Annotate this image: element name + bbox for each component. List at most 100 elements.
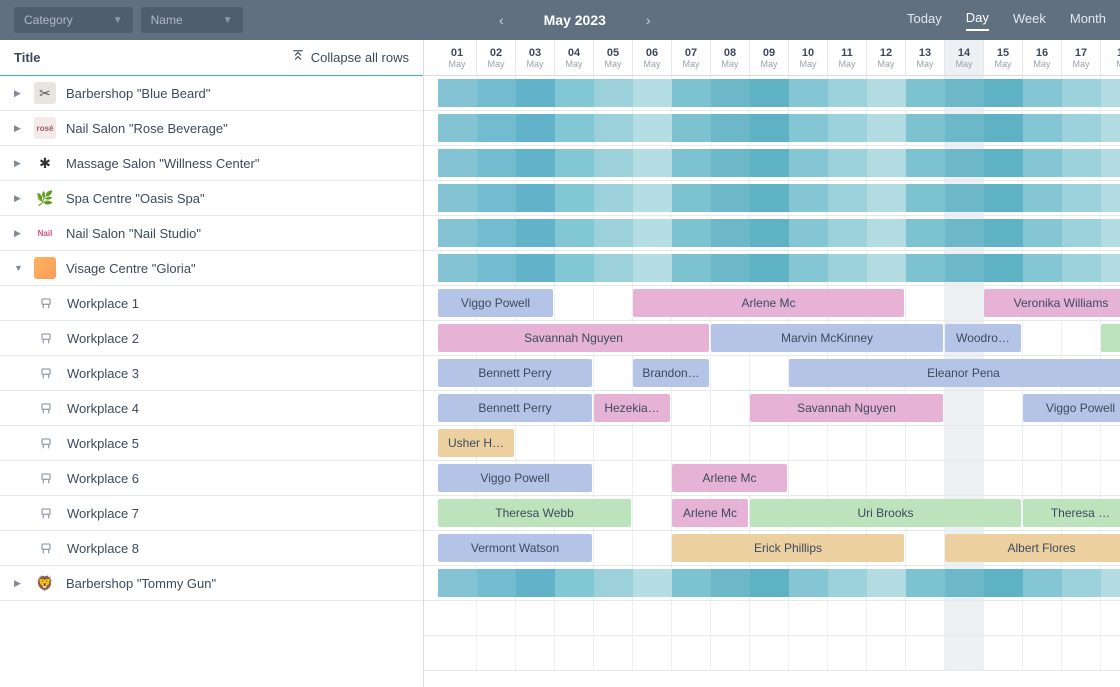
massage-icon: ✱ — [34, 152, 56, 174]
chevron-right-icon[interactable]: ▶ — [14, 88, 24, 99]
day-column[interactable]: 03May — [516, 40, 555, 75]
tree-row[interactable]: ▶🦁Barbershop "Tommy Gun" — [0, 566, 423, 601]
tree-row[interactable]: ▶ 🌿 Spa Centre "Oasis Spa" — [0, 181, 423, 216]
day-column[interactable]: 05May — [594, 40, 633, 75]
work-icon — [35, 292, 57, 314]
tree-label: Nail Salon "Rose Beverage" — [66, 121, 228, 136]
category-filter[interactable]: Category ▼ — [14, 7, 133, 33]
tree-row[interactable]: ▶roséNail Salon "Rose Beverage" — [0, 111, 423, 146]
today-button[interactable]: Today — [907, 11, 942, 30]
tree-label: Nail Salon "Nail Studio" — [66, 226, 201, 241]
day-column[interactable]: 14May — [945, 40, 984, 75]
day-column[interactable]: 06May — [633, 40, 672, 75]
timeline-row — [424, 251, 1120, 286]
event[interactable]: Savannah Nguyen — [750, 394, 943, 422]
event[interactable]: Viggo Powell — [438, 289, 553, 317]
event[interactable]: Theresa Webb — [438, 499, 631, 527]
timeline-row — [424, 181, 1120, 216]
tree-label: Workplace 3 — [67, 366, 139, 381]
tree-label: Barbershop "Blue Beard" — [66, 86, 210, 101]
day-column[interactable]: 17May — [1062, 40, 1101, 75]
event[interactable]: Viggo Powell — [438, 464, 592, 492]
tree-label: Workplace 2 — [67, 331, 139, 346]
day-column[interactable]: 15May — [984, 40, 1023, 75]
chevron-down-icon: ▼ — [223, 15, 233, 26]
day-column[interactable]: 10May — [789, 40, 828, 75]
view-day[interactable]: Day — [966, 10, 989, 31]
collapse-icon — [291, 49, 305, 66]
timeline-row — [424, 566, 1120, 601]
event[interactable]: Woodro… — [945, 324, 1021, 352]
chevron-down-icon: ▼ — [113, 15, 123, 26]
nail-icon: Nail — [34, 222, 56, 244]
tree-row[interactable]: Workplace 8 — [0, 531, 423, 566]
chevron-right-icon[interactable]: ▶ — [14, 193, 24, 204]
day-column[interactable]: 01May — [438, 40, 477, 75]
event[interactable]: Veronika Williams — [984, 289, 1120, 317]
day-column[interactable]: 08May — [711, 40, 750, 75]
view-week[interactable]: Week — [1013, 11, 1046, 30]
tree-row[interactable]: Workplace 4 — [0, 391, 423, 426]
day-column[interactable]: 11May — [828, 40, 867, 75]
event[interactable]: Bennett Perry — [438, 359, 592, 387]
timeline-row — [424, 636, 1120, 671]
event[interactable]: Arlene Mc — [672, 464, 787, 492]
event[interactable]: Viggo Powell — [1023, 394, 1120, 422]
event[interactable]: Uri Brooks — [750, 499, 1021, 527]
collapse-all-button[interactable]: Collapse all rows — [291, 49, 409, 66]
work-icon — [35, 362, 57, 384]
timeline-row: Viggo Powell Arlene Mc Veronika Williams — [424, 286, 1120, 321]
chevron-right-icon[interactable]: ▶ — [14, 123, 24, 134]
chevron-right-icon[interactable]: ▶ — [14, 228, 24, 239]
chevron-right-icon[interactable]: ▶ — [14, 158, 24, 169]
tree-label: Spa Centre "Oasis Spa" — [66, 191, 205, 206]
day-column[interactable]: 1M — [1101, 40, 1120, 75]
event[interactable]: Brandon… — [633, 359, 709, 387]
timeline-row: Theresa Webb Arlene McUri BrooksTheresa … — [424, 496, 1120, 531]
day-column[interactable]: 12May — [867, 40, 906, 75]
day-column[interactable]: 07May — [672, 40, 711, 75]
spa-icon: 🌿 — [34, 187, 56, 209]
tree-row[interactable]: ▶✂Barbershop "Blue Beard" — [0, 76, 423, 111]
tree-row[interactable]: ▶✱Massage Salon "Willness Center" — [0, 146, 423, 181]
timeline-row — [424, 216, 1120, 251]
event[interactable]: Usher H… — [438, 429, 514, 457]
event[interactable]: Arlene Mc — [672, 499, 748, 527]
event[interactable] — [1101, 324, 1120, 352]
tree-row[interactable]: ▶ Nail Nail Salon "Nail Studio" — [0, 216, 423, 251]
event[interactable]: Bennett Perry — [438, 394, 592, 422]
tree-row[interactable]: Workplace 5 — [0, 426, 423, 461]
tree-label: Workplace 4 — [67, 401, 139, 416]
chevron-down-icon[interactable]: ▼ — [14, 263, 24, 273]
event[interactable]: Theresa … — [1023, 499, 1120, 527]
event[interactable]: Eleanor Pena — [789, 359, 1120, 387]
event[interactable]: Marvin McKinney — [711, 324, 943, 352]
name-filter[interactable]: Name ▼ — [141, 7, 243, 33]
tree-row[interactable]: Workplace 7 — [0, 496, 423, 531]
filter-label: Category — [24, 13, 73, 27]
event[interactable]: Vermont Watson — [438, 534, 592, 562]
tree-row[interactable]: Workplace 3 — [0, 356, 423, 391]
timeline-row: Viggo Powell Arlene Mc — [424, 461, 1120, 496]
tree-row[interactable]: ▼Visage Centre "Gloria" — [0, 251, 423, 286]
work-icon — [35, 537, 57, 559]
tree-row[interactable]: Workplace 2 — [0, 321, 423, 356]
tree-row[interactable]: Workplace 6 — [0, 461, 423, 496]
work-icon — [35, 327, 57, 349]
day-column[interactable]: 02May — [477, 40, 516, 75]
tree-row[interactable]: Workplace 1 — [0, 286, 423, 321]
event[interactable]: Arlene Mc — [633, 289, 904, 317]
event[interactable]: Albert Flores — [945, 534, 1120, 562]
event[interactable]: Savannah Nguyen — [438, 324, 709, 352]
day-column[interactable]: 13May — [906, 40, 945, 75]
day-column[interactable]: 16May — [1023, 40, 1062, 75]
event[interactable]: Hezekia… — [594, 394, 670, 422]
next-month-button[interactable]: › — [646, 12, 651, 28]
tree-label: Workplace 1 — [67, 296, 139, 311]
view-month[interactable]: Month — [1070, 11, 1106, 30]
day-column[interactable]: 04May — [555, 40, 594, 75]
chevron-right-icon[interactable]: ▶ — [14, 578, 24, 589]
prev-month-button[interactable]: ‹ — [499, 12, 504, 28]
event[interactable]: Erick Phillips — [672, 534, 904, 562]
day-column[interactable]: 09May — [750, 40, 789, 75]
